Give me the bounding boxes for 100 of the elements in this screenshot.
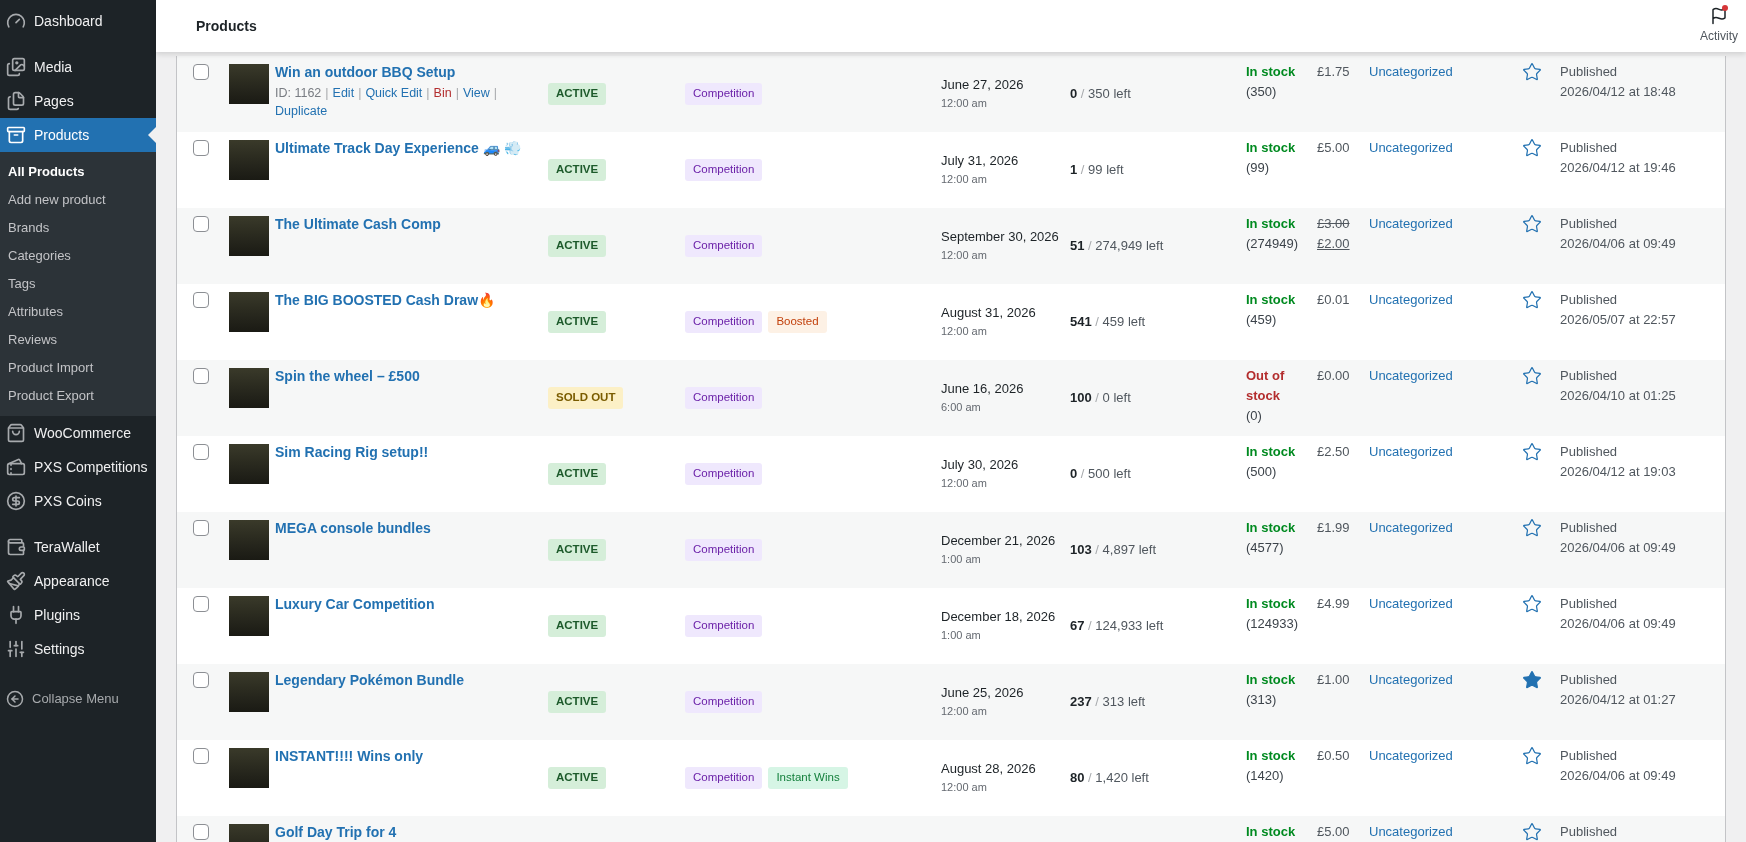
submenu-item[interactable]: Brands bbox=[0, 214, 156, 242]
thumbnail-image bbox=[229, 216, 269, 256]
sidebar-item[interactable]: Media bbox=[0, 50, 156, 84]
category-link[interactable]: Uncategorized bbox=[1369, 64, 1453, 79]
price-text: £1.75 bbox=[1317, 63, 1351, 81]
category-link[interactable]: Uncategorized bbox=[1369, 672, 1453, 687]
sidebar-item[interactable]: PXS Coins bbox=[0, 484, 156, 518]
featured-star-icon[interactable] bbox=[1522, 290, 1542, 310]
product-title-link[interactable]: Sim Racing Rig setup!! bbox=[275, 442, 540, 462]
stock-status-text: In stock bbox=[1246, 595, 1297, 613]
submenu-item[interactable]: Product Import bbox=[0, 354, 156, 382]
product-title-link[interactable]: Luxury Car Competition bbox=[275, 594, 540, 614]
publish-status-text: Published bbox=[1560, 823, 1619, 841]
separator-text: | bbox=[426, 85, 430, 102]
featured-star-icon[interactable] bbox=[1522, 214, 1542, 234]
status-badge: ACTIVE bbox=[548, 767, 607, 789]
publish-status-text: Published bbox=[1560, 595, 1619, 613]
category-link[interactable]: Uncategorized bbox=[1369, 368, 1453, 383]
old-price-text: £3.00 bbox=[1317, 215, 1351, 233]
product-title-link[interactable]: MEGA console bundles bbox=[275, 518, 540, 538]
submenu-item[interactable]: Product Export bbox=[0, 382, 156, 410]
publish-status-text: Published bbox=[1560, 367, 1619, 385]
product-title-link[interactable]: Golf Day Trip for 4 bbox=[275, 822, 540, 842]
tickets-icon bbox=[6, 457, 26, 477]
price-text: £0.00 bbox=[1317, 367, 1351, 385]
category-link[interactable]: Uncategorized bbox=[1369, 216, 1453, 231]
featured-star-icon[interactable] bbox=[1522, 670, 1542, 690]
category-link[interactable]: Uncategorized bbox=[1369, 140, 1453, 155]
submenu-item[interactable]: Attributes bbox=[0, 298, 156, 326]
activity-button[interactable]: Activity bbox=[1700, 7, 1738, 45]
sidebar-item[interactable]: Products bbox=[0, 118, 156, 152]
dollar-coin-icon bbox=[6, 491, 26, 511]
featured-star-icon[interactable] bbox=[1522, 138, 1542, 158]
row-action-link[interactable]: View bbox=[462, 84, 490, 102]
separator-text: | bbox=[455, 85, 459, 102]
category-link[interactable]: Uncategorized bbox=[1369, 596, 1453, 611]
row-checkbox[interactable] bbox=[193, 140, 209, 156]
row-action-link[interactable]: Duplicate bbox=[275, 102, 328, 120]
archive-box-icon bbox=[6, 125, 26, 145]
publish-status-text: Published bbox=[1560, 63, 1619, 81]
featured-star-icon[interactable] bbox=[1522, 518, 1542, 538]
tickets-sold-text: 67 / 124,933 left bbox=[1070, 617, 1164, 636]
publish-status-text: Published bbox=[1560, 139, 1619, 157]
category-link[interactable]: Uncategorized bbox=[1369, 292, 1453, 307]
row-checkbox[interactable] bbox=[193, 748, 209, 764]
featured-star-icon[interactable] bbox=[1522, 822, 1542, 842]
product-title-link[interactable]: Legendary Pokémon Bundle bbox=[275, 670, 540, 690]
product-title-link[interactable]: Ultimate Track Day Experience 🚙 💨 bbox=[275, 138, 540, 158]
pages-icon bbox=[6, 91, 26, 111]
featured-star-icon[interactable] bbox=[1522, 746, 1542, 766]
category-link[interactable]: Uncategorized bbox=[1369, 520, 1453, 535]
featured-star-icon[interactable] bbox=[1522, 366, 1542, 386]
flag-icon bbox=[1710, 7, 1728, 25]
category-link[interactable]: Uncategorized bbox=[1369, 824, 1453, 839]
row-action-link[interactable]: Bin bbox=[433, 84, 452, 102]
submenu-item[interactable]: Add new product bbox=[0, 186, 156, 214]
row-action-link[interactable]: Quick Edit bbox=[365, 84, 423, 102]
tickets-sold-text: 103 / 4,897 left bbox=[1070, 541, 1157, 560]
product-title-link[interactable]: Win an outdoor BBQ Setup bbox=[275, 62, 540, 82]
sidebar-item[interactable]: WooCommerce bbox=[0, 416, 156, 450]
product-title-link[interactable]: The BIG BOOSTED Cash Draw🔥 bbox=[275, 290, 540, 310]
tickets-sold-text: 541 / 459 left bbox=[1070, 313, 1146, 332]
sidebar-item[interactable]: TeraWallet bbox=[0, 530, 156, 564]
submenu-item[interactable]: Reviews bbox=[0, 326, 156, 354]
sale-price-text: £2.00 bbox=[1317, 235, 1351, 253]
thumbnail-image bbox=[229, 596, 269, 636]
row-action-link[interactable]: Edit bbox=[332, 84, 355, 102]
product-title-link[interactable]: Spin the wheel – £500 bbox=[275, 366, 540, 386]
draw-time-text: 1:00 am bbox=[941, 628, 982, 643]
draw-time-text: 12:00 am bbox=[941, 324, 988, 339]
featured-star-icon[interactable] bbox=[1522, 62, 1542, 82]
row-checkbox[interactable] bbox=[193, 672, 209, 688]
row-checkbox[interactable] bbox=[193, 520, 209, 536]
row-checkbox[interactable] bbox=[193, 596, 209, 612]
draw-date-text: August 31, 2026 bbox=[941, 304, 1037, 322]
row-checkbox[interactable] bbox=[193, 216, 209, 232]
product-title-link[interactable]: INSTANT!!!! Wins only bbox=[275, 746, 540, 766]
row-checkbox[interactable] bbox=[193, 824, 209, 840]
product-title-link[interactable]: The Ultimate Cash Comp bbox=[275, 214, 540, 234]
row-checkbox[interactable] bbox=[193, 444, 209, 460]
category-link[interactable]: Uncategorized bbox=[1369, 444, 1453, 459]
sidebar-item[interactable]: Dashboard bbox=[0, 4, 156, 38]
sidebar-item[interactable]: PXS Competitions bbox=[0, 450, 156, 484]
category-link[interactable]: Uncategorized bbox=[1369, 748, 1453, 763]
stock-status-text: In stock bbox=[1246, 443, 1297, 461]
sidebar-item[interactable]: Pages bbox=[0, 84, 156, 118]
submenu-item[interactable]: All Products bbox=[0, 158, 156, 186]
sidebar-item[interactable]: Settings bbox=[0, 632, 156, 666]
row-checkbox[interactable] bbox=[193, 64, 209, 80]
stock-status-text: Out of stock bbox=[1246, 367, 1286, 405]
submenu-item[interactable]: Categories bbox=[0, 242, 156, 270]
featured-star-icon[interactable] bbox=[1522, 442, 1542, 462]
submenu-item[interactable]: Tags bbox=[0, 270, 156, 298]
thumbnail-image bbox=[229, 444, 269, 484]
sidebar-item[interactable]: Plugins bbox=[0, 598, 156, 632]
row-checkbox[interactable] bbox=[193, 292, 209, 308]
sidebar-item[interactable]: Appearance bbox=[0, 564, 156, 598]
featured-star-icon[interactable] bbox=[1522, 594, 1542, 614]
collapse-menu-button[interactable]: Collapse Menu bbox=[0, 682, 156, 716]
row-checkbox[interactable] bbox=[193, 368, 209, 384]
